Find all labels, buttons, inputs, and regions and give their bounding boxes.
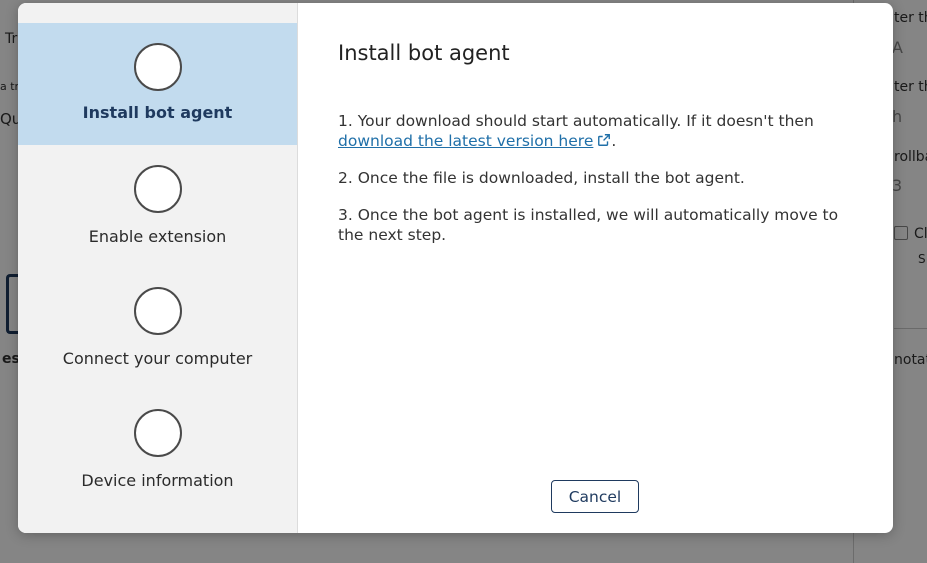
step-circle-icon: [133, 165, 182, 213]
cancel-button[interactable]: Cancel: [551, 480, 639, 513]
instruction-1-suffix: .: [611, 132, 617, 150]
step-connect-computer: Connect your computer: [18, 267, 297, 389]
download-link-text: download the latest version here: [338, 132, 594, 150]
instruction-1-text: 1. Your download should start automatica…: [338, 112, 814, 130]
step-label: Device information: [81, 471, 234, 490]
instruction-3: 3. Once the bot agent is installed, we w…: [338, 206, 839, 244]
step-label: Install bot agent: [82, 103, 233, 122]
step-install-bot-agent: Install bot agent: [18, 23, 297, 145]
step-label: Enable extension: [88, 227, 227, 246]
step-label: Connect your computer: [62, 349, 253, 368]
step-content: Install bot agent 1. Your download shoul…: [298, 3, 893, 533]
external-link-icon: [598, 134, 611, 146]
step-circle-icon: [133, 409, 182, 457]
step-circle-icon: [133, 43, 182, 91]
wizard-stepper: Install bot agent Enable extension Conne…: [18, 3, 298, 533]
step-device-information: Device information: [18, 389, 297, 511]
download-link[interactable]: download the latest version here: [338, 132, 611, 150]
setup-wizard-dialog: Install bot agent Enable extension Conne…: [18, 3, 893, 533]
step-enable-extension: Enable extension: [18, 145, 297, 267]
instructions: 1. Your download should start automatica…: [338, 111, 853, 245]
step-title: Install bot agent: [338, 41, 510, 65]
instruction-2: 2. Once the file is downloaded, install …: [338, 169, 745, 187]
step-circle-icon: [133, 287, 182, 335]
instruction-1: 1. Your download should start automatica…: [338, 111, 853, 151]
